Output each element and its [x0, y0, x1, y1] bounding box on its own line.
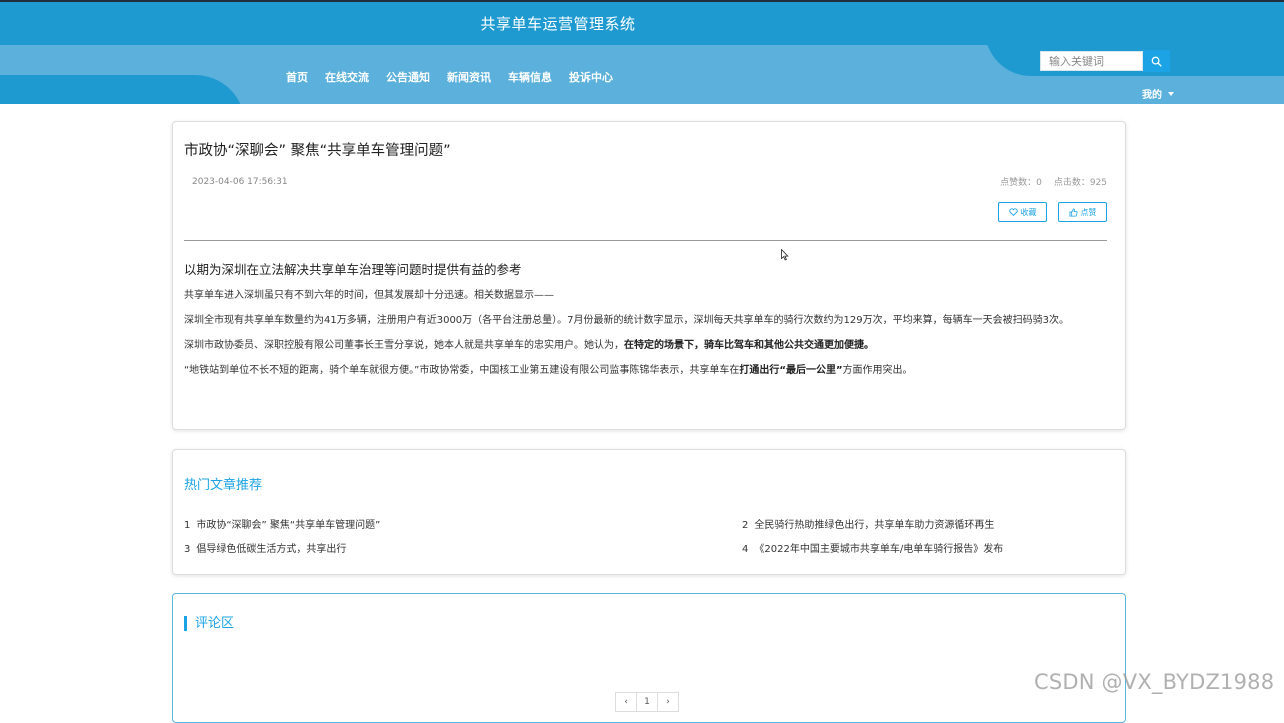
hot-article-number: 2 — [742, 520, 749, 531]
nav-complaints[interactable]: 投诉中心 — [569, 69, 613, 85]
article-paragraph: 深圳市政协委员、深职控股有限公司董事长王雪分享说，她本人就是共享单车的忠实用户。… — [184, 338, 1107, 353]
hot-article-number: 3 — [184, 544, 191, 555]
like-count: 点赞数：0 — [1000, 178, 1042, 188]
paragraph-text: 方面作用突出。 — [842, 365, 913, 376]
article-timestamp: 2023-04-06 17:56:31 — [192, 177, 288, 187]
article-title: 市政协“深聊会” 聚焦“共享单车管理问题” — [184, 143, 451, 159]
caret-down-icon — [1168, 92, 1174, 96]
search-input[interactable] — [1040, 51, 1143, 71]
nav-online-chat[interactable]: 在线交流 — [325, 69, 369, 85]
nav-announcements[interactable]: 公告通知 — [386, 69, 430, 85]
hot-article-item[interactable]: 4 《2022年中国主要城市共享单车/电单车骑行报告》发布 — [742, 540, 1003, 555]
hot-article-item[interactable]: 2 全民骑行热助推绿色出行，共享单车助力资源循环再生 — [742, 516, 994, 531]
hot-articles-card: 热门文章推荐 1 市政协“深聊会” 聚焦“共享单车管理问题” 2 全民骑行热助推绿色… — [172, 449, 1126, 575]
search-button[interactable] — [1143, 50, 1170, 72]
hot-article-link: 倡导绿色低碳生活方式，共享出行 — [196, 544, 347, 555]
click-count: 点击数：925 — [1053, 178, 1107, 188]
article-body: 共享单车进入深圳虽只有不到六年的时间，但其发展却十分迅速。相关数据显示—— 深圳… — [184, 288, 1107, 388]
comments-title: 评论区 — [184, 616, 234, 631]
article-subtitle: 以期为深圳在立法解决共享单车治理等问题时提供有益的参考 — [184, 262, 522, 277]
comments-card: 评论区 ‹ 1 › — [172, 593, 1126, 723]
article-stats: 点赞数：0 点击数：925 — [1000, 175, 1107, 188]
article-divider — [184, 240, 1107, 241]
like-button[interactable]: 点赞 — [1058, 202, 1107, 222]
collect-button[interactable]: 收藏 — [998, 202, 1047, 222]
heart-icon — [1008, 208, 1018, 216]
user-menu[interactable]: 我的 — [1142, 86, 1174, 101]
main-nav: 首页 在线交流 公告通知 新闻资讯 车辆信息 投诉中心 — [286, 69, 613, 85]
watermark: CSDN @VX_BYDZ1988 — [1034, 670, 1275, 694]
article-paragraph: 共享单车进入深圳虽只有不到六年的时间，但其发展却十分迅速。相关数据显示—— — [184, 290, 554, 301]
hot-article-number: 1 — [184, 520, 191, 531]
paragraph-text: “地铁站到单位不长不短的距离，骑个单车就很方便。”市政协常委，中国核工业第五建设… — [184, 365, 740, 376]
nav-home[interactable]: 首页 — [286, 69, 308, 85]
hot-article-item[interactable]: 1 市政协“深聊会” 聚焦“共享单车管理问题” — [184, 516, 380, 531]
thumbs-up-icon — [1068, 207, 1078, 217]
collect-button-label: 收藏 — [1020, 207, 1037, 217]
pagination: ‹ 1 › — [615, 692, 679, 712]
article-actions: 收藏 点赞 — [998, 202, 1107, 222]
pagination-prev[interactable]: ‹ — [615, 692, 637, 712]
mouse-pointer-icon — [781, 249, 789, 261]
site-title: 共享单车运营管理系统 — [480, 15, 636, 33]
user-menu-label: 我的 — [1142, 90, 1162, 101]
paragraph-emphasis: 打通出行“最后一公里” — [739, 365, 843, 376]
paragraph-emphasis: 在特定的场景下，骑车比驾车和其他公共交通更加便捷。 — [624, 340, 874, 351]
search-icon — [1151, 56, 1162, 67]
article-paragraph: “地铁站到单位不长不短的距离，骑个单车就很方便。”市政协常委，中国核工业第五建设… — [184, 363, 1107, 378]
hot-article-link: 全民骑行热助推绿色出行，共享单车助力资源循环再生 — [754, 520, 995, 531]
pagination-next[interactable]: › — [657, 692, 679, 712]
header-bar: 共享单车运营管理系统 首页 在线交流 公告通知 新闻资讯 车辆信息 投诉中心 我… — [0, 0, 1284, 104]
article-card: 市政协“深聊会” 聚焦“共享单车管理问题” 2023-04-06 17:56:3… — [172, 121, 1126, 430]
nav-vehicle-info[interactable]: 车辆信息 — [508, 69, 552, 85]
header-decoration-left — [0, 75, 245, 104]
hot-article-link: 《2022年中国主要城市共享单车/电单车骑行报告》发布 — [754, 544, 1004, 555]
hot-article-item[interactable]: 3 倡导绿色低碳生活方式，共享出行 — [184, 540, 346, 555]
like-button-label: 点赞 — [1080, 207, 1097, 217]
nav-news[interactable]: 新闻资讯 — [447, 69, 491, 85]
article-paragraph: 深圳全市现有共享单车数量约为41万多辆，注册用户有近3000万（各平台注册总量）… — [184, 315, 1069, 326]
hot-article-link: 市政协“深聊会” 聚焦“共享单车管理问题” — [196, 520, 381, 531]
pagination-page[interactable]: 1 — [636, 692, 658, 712]
hot-article-number: 4 — [742, 544, 749, 555]
paragraph-text: 深圳市政协委员、深职控股有限公司董事长王雪分享说，她本人就是共享单车的忠实用户。… — [184, 340, 624, 351]
hot-articles-title: 热门文章推荐 — [184, 478, 263, 493]
